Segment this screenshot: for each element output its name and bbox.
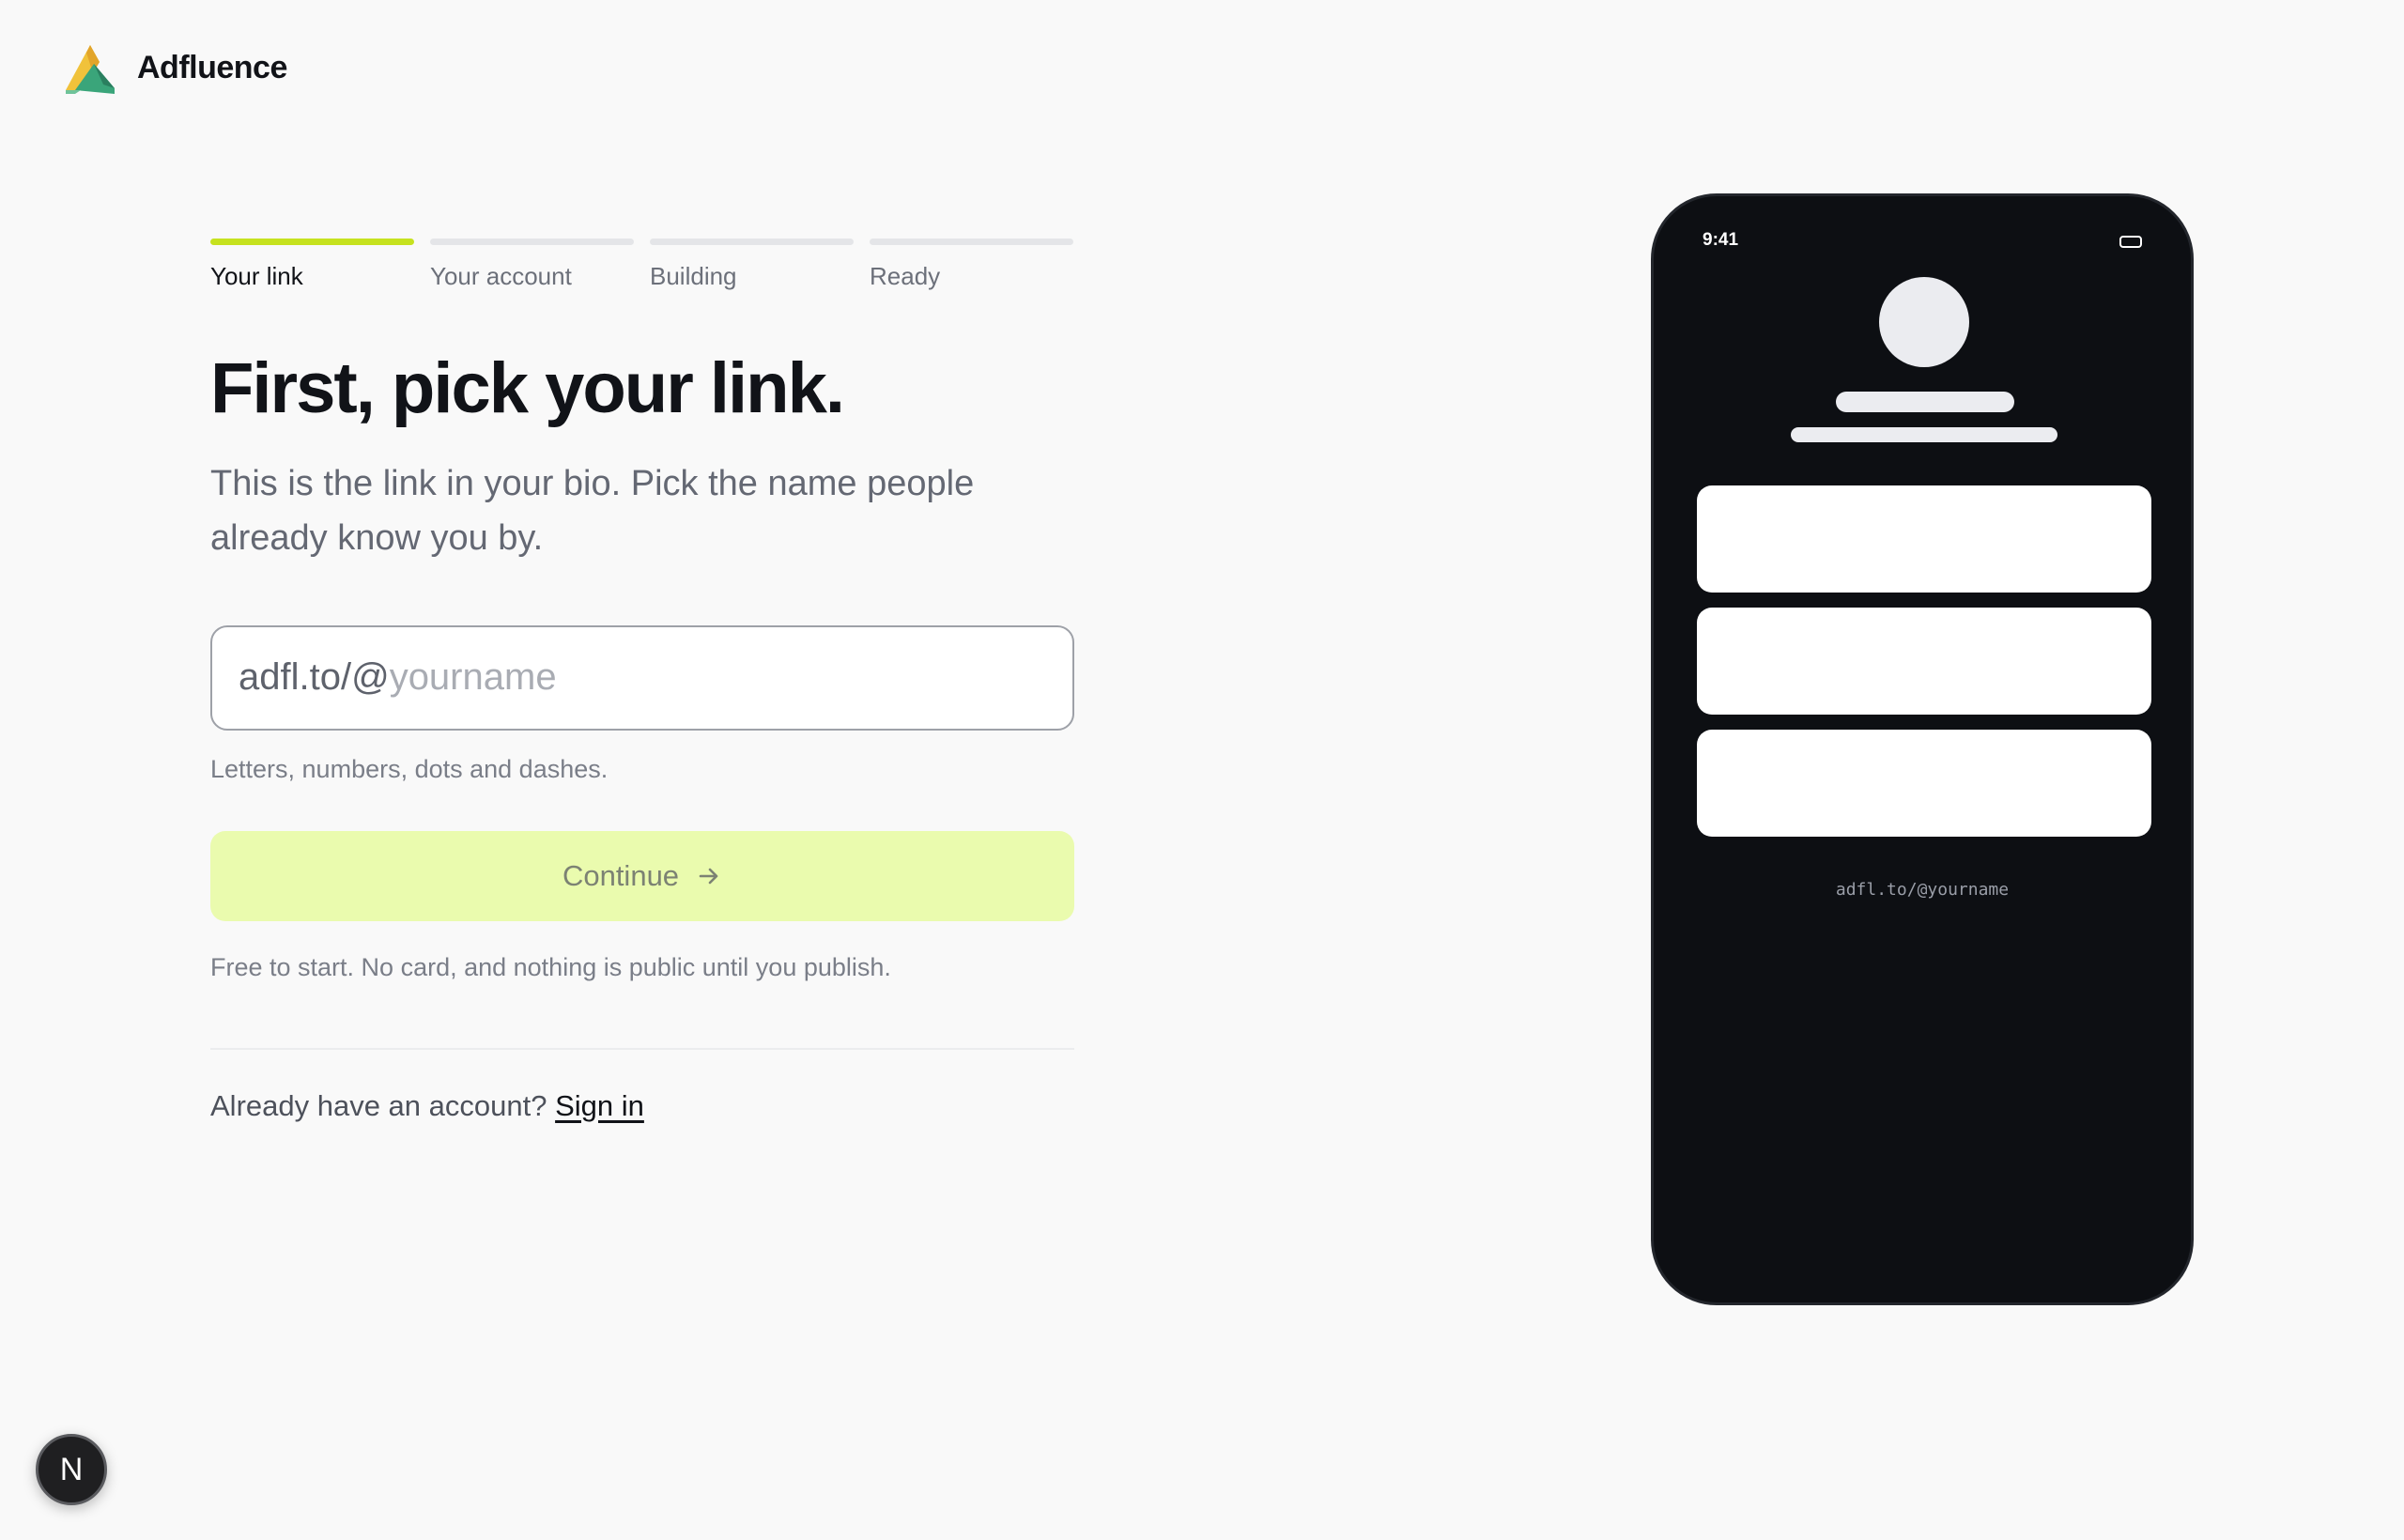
preview-url: adfl.to/@yourname (1835, 880, 2010, 900)
arrow-right-icon (699, 868, 718, 884)
preview-name-placeholder (1836, 392, 2014, 412)
signin-row: Already have an account? Sign in (210, 1089, 1074, 1123)
step-bar (650, 239, 854, 245)
step-bar (210, 239, 414, 245)
preview-link-card (1697, 485, 2151, 593)
n-letter: N (59, 1451, 84, 1487)
preview-link-card (1697, 730, 2151, 837)
signin-prompt: Already have an account? (210, 1088, 547, 1122)
fineprint: Free to start. No card, and nothing is p… (210, 952, 891, 981)
step-your-link: Your link (210, 239, 414, 291)
step-label: Your link (210, 262, 303, 290)
signin-link[interactable]: Sign in (555, 1089, 644, 1122)
continue-button[interactable]: Continue (210, 830, 1074, 921)
brand-name: Adfluence (137, 49, 287, 85)
step-label: Building (650, 262, 737, 290)
continue-label: Continue (562, 858, 680, 892)
progress-steps: Your link Your account Building Ready (210, 239, 1074, 291)
divider (210, 1047, 1074, 1050)
battery-icon (2119, 236, 2142, 248)
dev-tools-badge[interactable]: N (36, 1434, 107, 1505)
step-your-account: Your account (430, 239, 634, 291)
step-ready: Ready (870, 239, 1073, 291)
page-subtitle: This is the link in your bio. Pick the n… (210, 463, 975, 558)
link-field[interactable]: adfl.to/@ (210, 624, 1074, 731)
field-hint: Letters, numbers, dots and dashes. (210, 754, 609, 783)
status-time: 9:41 (1703, 230, 1739, 250)
step-label: Ready (870, 262, 941, 290)
preview-avatar-placeholder (1879, 277, 1969, 367)
page-title: First, pick your link. (210, 348, 845, 428)
step-bar (430, 239, 634, 245)
signup-step-panel: Your link Your account Building Ready Fi… (210, 239, 1074, 1123)
step-bar (870, 239, 1073, 245)
link-prefix: adfl.to/@ (239, 656, 390, 699)
tent-logo-icon (66, 45, 115, 94)
username-input[interactable] (389, 626, 1072, 729)
step-label: Your account (430, 262, 572, 290)
preview-bio-placeholder (1791, 427, 2057, 442)
step-building: Building (650, 239, 854, 291)
preview-link-card (1697, 608, 2151, 715)
phone-preview: 9:41 adfl.to/@yourname (1651, 193, 2194, 1305)
brand[interactable]: Adfluence (62, 41, 287, 94)
